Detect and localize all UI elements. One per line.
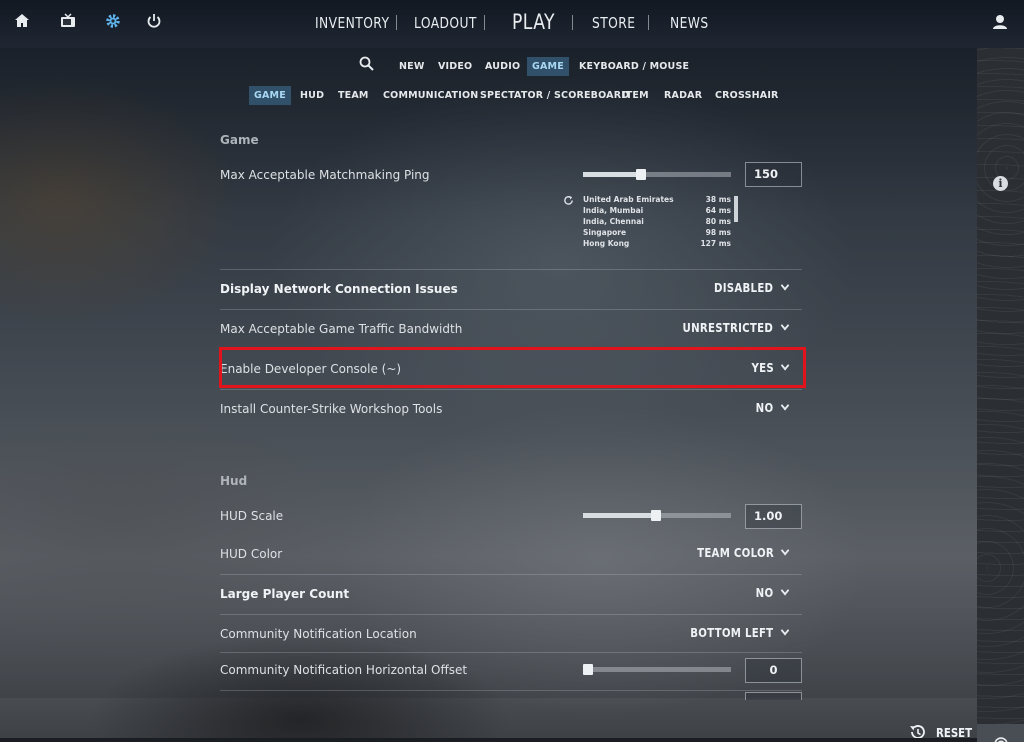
partial-input[interactable] xyxy=(745,692,802,700)
nav-inventory[interactable]: INVENTORY xyxy=(315,14,389,32)
tab-game[interactable]: GAME xyxy=(527,57,569,76)
game-subcategory-nav: GAME HUD TEAM COMMUNICATION SPECTATOR / … xyxy=(0,84,977,106)
community-offset-input[interactable]: 0 xyxy=(745,658,802,683)
nav-store[interactable]: STORE xyxy=(592,14,635,32)
setting-label: Large Player Count xyxy=(220,587,350,601)
nav-separator xyxy=(396,15,397,30)
hud-color-dropdown[interactable]: TEAM COLOR xyxy=(697,545,790,560)
ping-region-list: United Arab Emirates 38 ms India, Mumbai 6… xyxy=(583,195,733,251)
subtab-crosshair[interactable]: CROSSHAIR xyxy=(710,86,784,105)
subtab-item[interactable]: ITEM xyxy=(617,86,654,105)
slider-knob[interactable] xyxy=(583,664,593,675)
highlight-box xyxy=(219,347,806,388)
subtab-spectator-scoreboard[interactable]: SPECTATOR / SCOREBOARD xyxy=(475,86,634,105)
nav-separator xyxy=(648,15,649,30)
bottom-strip xyxy=(0,738,977,742)
subtab-communication[interactable]: COMMUNICATION xyxy=(378,86,483,105)
setting-row-network-issues: Display Network Connection Issues DISABL… xyxy=(220,270,802,310)
setting-row-traffic-bandwidth: Max Acceptable Game Traffic Bandwidth UN… xyxy=(220,310,802,350)
top-bar: INVENTORY LOADOUT PLAY STORE NEWS xyxy=(0,0,1024,48)
setting-label: Community Notification Horizontal Offset xyxy=(220,663,468,677)
chevron-down-icon xyxy=(780,280,790,291)
right-side-panel: i xyxy=(977,48,1024,742)
community-offset-slider[interactable] xyxy=(583,664,731,675)
hud-scale-input[interactable]: 1.00 xyxy=(745,504,802,529)
ping-list-scrollbar[interactable] xyxy=(734,196,738,222)
user-icon[interactable] xyxy=(990,12,1010,32)
ping-slider[interactable] xyxy=(583,169,731,180)
network-issues-dropdown[interactable]: DISABLED xyxy=(714,280,790,295)
slider-fill xyxy=(583,172,641,177)
settings-category-nav: NEW VIDEO AUDIO GAME KEYBOARD / MOUSE xyxy=(0,55,977,77)
tv-icon[interactable] xyxy=(57,12,79,34)
setting-label: HUD Color xyxy=(220,547,283,561)
workshop-tools-dropdown[interactable]: NO xyxy=(756,400,790,415)
chevron-down-icon xyxy=(780,320,790,331)
nav-separator xyxy=(572,15,573,30)
setting-label: Max Acceptable Matchmaking Ping xyxy=(220,168,430,182)
setting-row-workshop-tools: Install Counter-Strike Workshop Tools NO xyxy=(220,390,802,430)
list-item: United Arab Emirates 38 ms xyxy=(583,195,731,204)
power-icon[interactable] xyxy=(143,12,165,34)
community-location-dropdown[interactable]: BOTTOM LEFT xyxy=(690,625,790,640)
slider-knob[interactable] xyxy=(636,169,646,180)
refresh-icon[interactable] xyxy=(563,195,574,209)
nav-separator xyxy=(484,15,485,30)
nav-play[interactable]: PLAY xyxy=(512,10,555,34)
list-item: India, Mumbai 64 ms xyxy=(583,206,731,215)
subtab-hud[interactable]: HUD xyxy=(295,86,329,105)
setting-label: Install Counter-Strike Workshop Tools xyxy=(220,402,443,416)
subtab-game[interactable]: GAME xyxy=(249,86,291,105)
main-nav: INVENTORY LOADOUT PLAY STORE NEWS xyxy=(300,0,720,48)
tab-video[interactable]: VIDEO xyxy=(433,57,477,76)
setting-label: HUD Scale xyxy=(220,509,284,523)
info-icon[interactable]: i xyxy=(993,176,1008,191)
tab-new[interactable]: NEW xyxy=(394,57,430,76)
search-icon[interactable] xyxy=(358,55,376,73)
list-item: Hong Kong 127 ms xyxy=(583,239,731,248)
setting-row-community-h-offset: Community Notification Horizontal Offset xyxy=(220,653,802,691)
setting-label: Display Network Connection Issues xyxy=(220,282,458,296)
broadcast-icon[interactable] xyxy=(977,724,1024,742)
list-item: India, Chennai 80 ms xyxy=(583,217,731,226)
chevron-down-icon xyxy=(780,585,790,596)
setting-label: Community Notification Location xyxy=(220,627,417,641)
slider-knob[interactable] xyxy=(651,510,661,521)
section-title-hud: Hud xyxy=(220,474,248,488)
list-item: Singapore 98 ms xyxy=(583,228,731,237)
home-icon[interactable] xyxy=(11,12,33,34)
tab-audio[interactable]: AUDIO xyxy=(480,57,525,76)
tab-keyboard-mouse[interactable]: KEYBOARD / MOUSE xyxy=(574,57,694,76)
nav-news[interactable]: NEWS xyxy=(670,14,709,32)
chevron-down-icon xyxy=(780,625,790,636)
subtab-radar[interactable]: RADAR xyxy=(659,86,707,105)
section-title-game: Game xyxy=(220,133,259,147)
nav-loadout[interactable]: LOADOUT xyxy=(414,14,477,32)
setting-row-community-location: Community Notification Location BOTTOM L… xyxy=(220,615,802,653)
chevron-down-icon xyxy=(780,545,790,556)
hud-scale-slider[interactable] xyxy=(583,510,731,521)
chevron-down-icon xyxy=(780,400,790,411)
setting-row-large-player-count: Large Player Count NO xyxy=(220,575,802,615)
subtab-team[interactable]: TEAM xyxy=(333,86,374,105)
traffic-bandwidth-dropdown[interactable]: UNRESTRICTED xyxy=(683,320,790,335)
gear-icon[interactable] xyxy=(102,12,124,34)
slider-fill xyxy=(583,513,657,518)
large-player-count-dropdown[interactable]: NO xyxy=(756,585,790,600)
setting-label: Max Acceptable Game Traffic Bandwidth xyxy=(220,322,463,336)
setting-row-hud-color: HUD Color TEAM COLOR xyxy=(220,535,802,575)
ping-value-input[interactable]: 150 xyxy=(745,162,802,187)
